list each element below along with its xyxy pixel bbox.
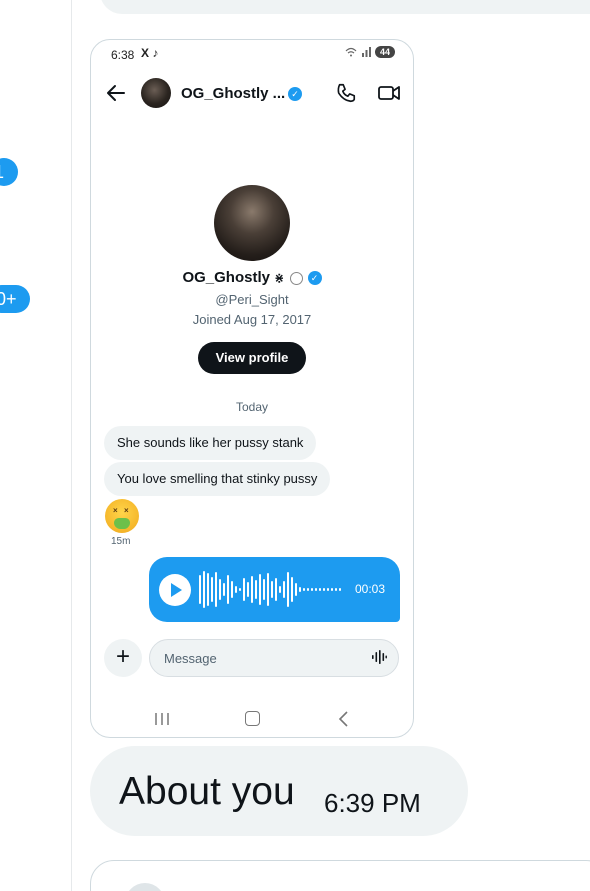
- message-input[interactable]: [149, 639, 399, 677]
- profile-joined-date: Joined Aug 17, 2017: [192, 312, 312, 327]
- header-avatar[interactable]: [141, 78, 171, 108]
- header-username[interactable]: OG_Ghostly ...: [181, 85, 285, 102]
- sidebar-divider: [71, 0, 72, 891]
- status-app-icons: X ♪: [141, 46, 159, 60]
- next-message-card: [90, 860, 590, 891]
- avatar[interactable]: [125, 883, 165, 891]
- view-profile-button[interactable]: View profile: [198, 342, 306, 374]
- nauseated-face-emoji-icon[interactable]: × ×: [105, 499, 139, 533]
- voice-duration: 00:03: [355, 582, 386, 596]
- message-count-badge[interactable]: 0+: [0, 285, 30, 313]
- received-message[interactable]: You love smelling that stinky pussy: [104, 462, 331, 496]
- name-symbol-icon: ⋇: [274, 271, 285, 285]
- play-button-icon[interactable]: [159, 574, 191, 606]
- emoji-mouth: [114, 518, 130, 529]
- sent-message-bubble[interactable]: About you 6:39 PM: [90, 746, 468, 836]
- message-timestamp: 15m: [111, 536, 131, 547]
- status-right-icons: 44: [345, 46, 395, 58]
- message-composer: +: [91, 636, 413, 680]
- received-message[interactable]: She sounds like her pussy stank: [104, 426, 317, 460]
- profile-avatar[interactable]: [214, 185, 290, 261]
- battery-indicator: 44: [374, 46, 395, 58]
- notification-badge[interactable]: 1: [0, 158, 18, 186]
- verified-badge-icon: ✓: [288, 87, 302, 101]
- attached-screenshot[interactable]: 6:38 X ♪ 44 OG_Ghostly ... ✓ OG_Ghostly …: [90, 39, 414, 738]
- emoji-eye: ×: [124, 506, 129, 515]
- verified-badge-icon: ✓: [307, 271, 322, 286]
- voice-record-icon[interactable]: [371, 648, 387, 666]
- android-nav-bar: [91, 708, 413, 730]
- profile-name: OG_Ghostly: [182, 269, 270, 286]
- phone-call-icon[interactable]: [335, 82, 357, 104]
- recent-apps-icon[interactable]: [154, 712, 170, 726]
- ring-icon: [290, 271, 304, 285]
- previous-message-bubble: [100, 0, 590, 14]
- status-time: 6:38: [111, 48, 135, 62]
- wifi-icon: [345, 47, 357, 57]
- audio-waveform-icon[interactable]: [199, 567, 345, 612]
- profile-handle: @Peri_Sight: [215, 292, 289, 307]
- dm-conversation-page: 1 0+ 6:38 X ♪ 44 OG_Ghostly ... ✓ OG_Gho…: [0, 0, 590, 891]
- profile-name-row: OG_Ghostly ⋇ ✓: [91, 269, 413, 286]
- voice-message-bubble[interactable]: 00:03: [149, 557, 400, 622]
- add-attachment-button[interactable]: +: [104, 639, 142, 677]
- message-text: About you: [119, 770, 295, 813]
- signal-icon: [361, 47, 371, 57]
- home-button-icon[interactable]: [245, 711, 260, 726]
- nav-back-icon[interactable]: [337, 711, 349, 727]
- back-arrow-icon[interactable]: [105, 82, 127, 104]
- message-time: 6:39 PM: [324, 788, 421, 818]
- date-divider: Today: [235, 400, 269, 414]
- video-call-icon[interactable]: [377, 82, 401, 104]
- emoji-eye: ×: [113, 506, 118, 515]
- conversation-header: OG_Ghostly ... ✓: [91, 76, 413, 112]
- phone-status-bar: 6:38 X ♪ 44: [91, 40, 413, 68]
